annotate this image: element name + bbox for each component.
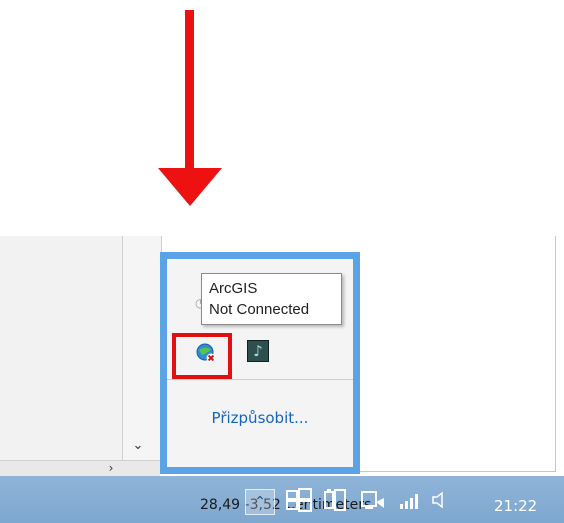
horizontal-scrollbar[interactable]	[0, 460, 160, 477]
arcgis-icon[interactable]	[196, 343, 216, 363]
annotation-arrow-head	[158, 168, 222, 206]
chevron-up-icon: ⌃	[254, 494, 266, 510]
music-app-icon[interactable]: ♪	[247, 340, 269, 362]
tooltip-title: ArcGIS	[209, 280, 258, 297]
windows-icon[interactable]	[286, 488, 312, 512]
vertical-scrollbar[interactable]	[122, 236, 162, 462]
arcgis-tooltip: ArcGIS Not Connected	[201, 273, 342, 325]
tooltip-status: Not Connected	[209, 301, 310, 318]
battery-icon[interactable]	[323, 488, 347, 512]
left-pane	[0, 236, 122, 462]
chevron-down-icon[interactable]: ⌄	[130, 438, 146, 454]
volume-icon[interactable]	[430, 490, 450, 510]
window-edge	[555, 236, 556, 472]
customize-link[interactable]: Přizpůsobit...	[167, 409, 353, 427]
show-hidden-icons-button[interactable]: ⌃	[245, 489, 275, 515]
screen-icon[interactable]	[360, 488, 386, 512]
annotation-arrow-shaft	[185, 10, 194, 170]
popup-separator	[167, 379, 353, 380]
chevron-right-icon[interactable]: ›	[104, 461, 118, 475]
network-signal-icon[interactable]	[398, 490, 422, 510]
clock[interactable]: 21:22	[494, 497, 537, 515]
